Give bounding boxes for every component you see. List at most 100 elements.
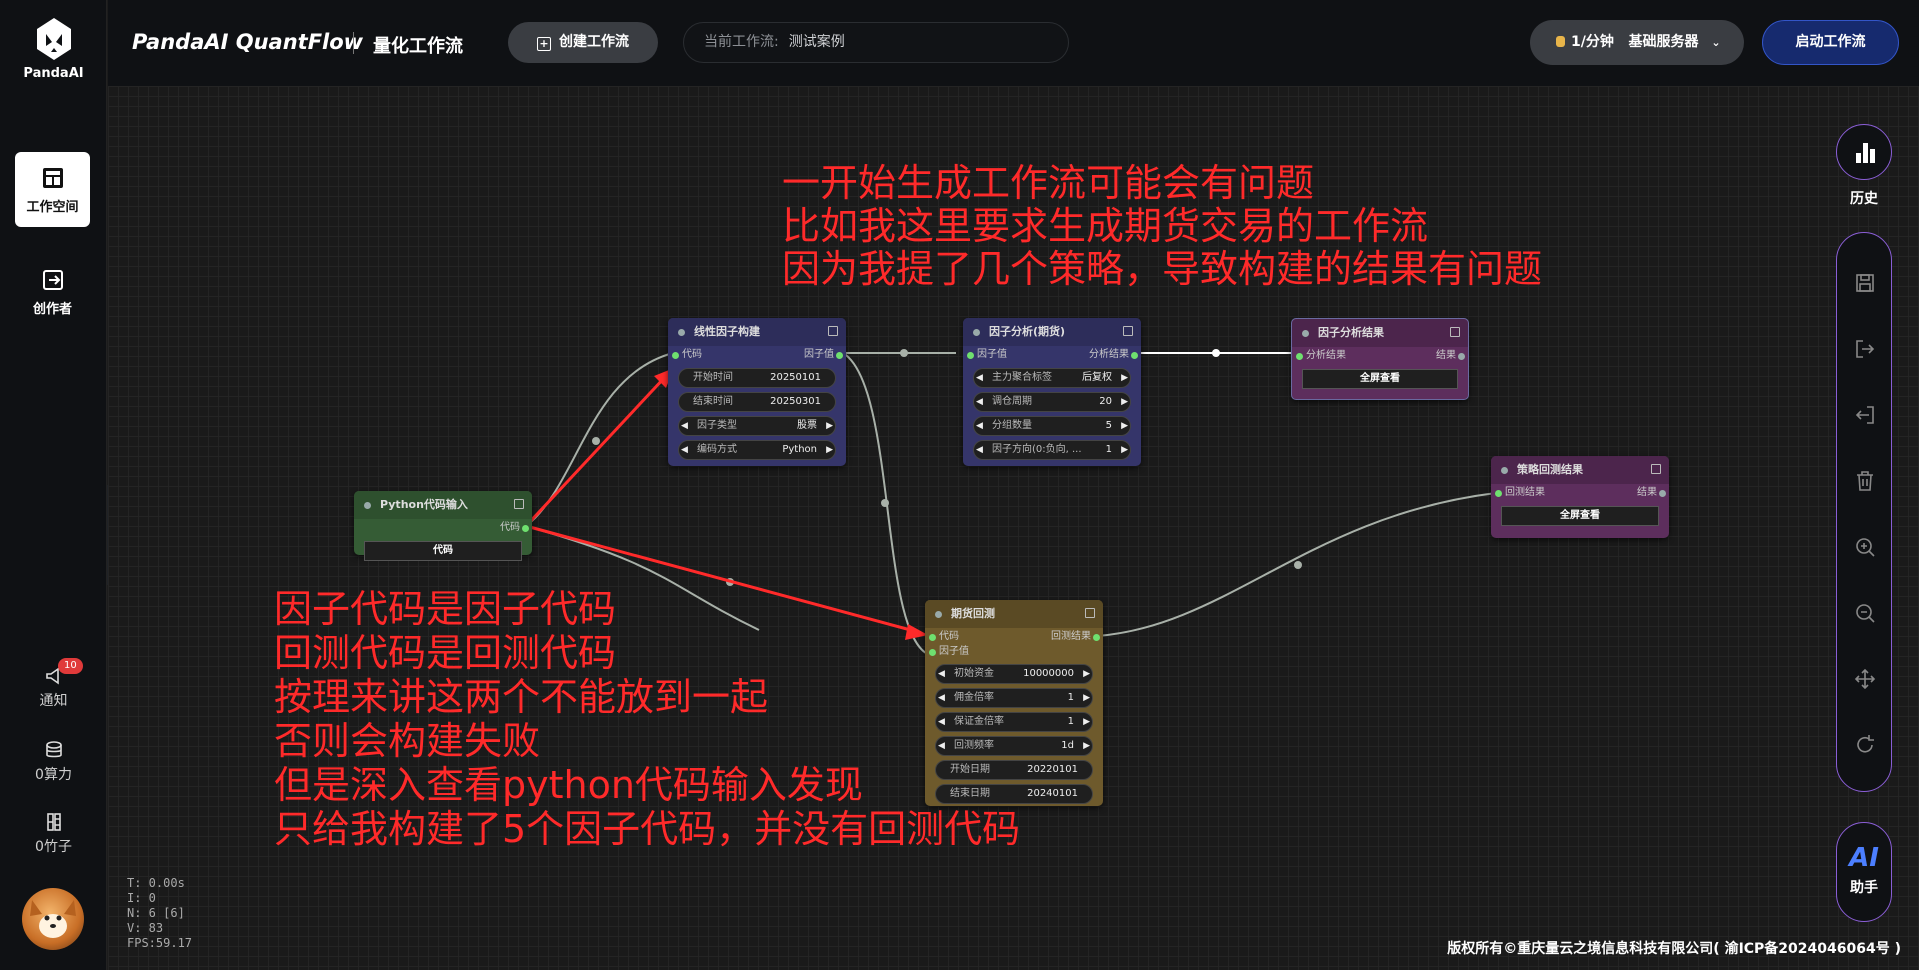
field-value: 20220101	[1027, 764, 1078, 775]
bamboo-icon	[46, 813, 61, 831]
current-workflow-field[interactable]: 当前工作流: 测试案例	[683, 22, 1069, 63]
port-label: 分析结果	[1089, 349, 1129, 360]
annotation-arrow-up	[524, 374, 668, 528]
field-groups[interactable]: 分组数量 5	[973, 416, 1131, 436]
bamboo-label: 0竹子	[35, 839, 72, 855]
port-output[interactable]: 代码	[354, 519, 532, 537]
nav-workspace[interactable]: 工作空间	[15, 152, 90, 227]
port-dot[interactable]	[967, 352, 974, 359]
trash-icon[interactable]	[1837, 469, 1893, 497]
field-value: 10000000	[1023, 668, 1074, 679]
node-linear-factor[interactable]: 线性因子构建 代码 因子值 开始时间 20250101 结束时间 20250301 因…	[668, 318, 846, 466]
stat-line: V: 83	[127, 921, 164, 935]
workflow-canvas[interactable]: Python代码输入 代码 代码 线性因子构建 代码 因子值 开始时间 202501…	[108, 86, 1919, 970]
move-icon[interactable]	[1837, 667, 1893, 695]
code-button[interactable]: 代码	[364, 541, 522, 561]
start-workflow-button[interactable]: 启动工作流	[1762, 20, 1899, 65]
logo-text: PandaAI	[23, 66, 84, 81]
compute-item[interactable]: 0算力	[0, 740, 107, 784]
history-label: 历史	[1850, 191, 1878, 207]
notify-label: 通知	[39, 693, 68, 709]
port-dot[interactable]	[672, 352, 679, 359]
history-button[interactable]	[1836, 124, 1892, 180]
node-title: 因子分析(期货)	[963, 318, 1141, 346]
port-row: 分析结果 结果	[1292, 347, 1468, 365]
field-end-time[interactable]: 结束时间 20250301	[678, 392, 836, 412]
annotation-line: 因为我提了几个策略，导致构建的结果有问题	[782, 247, 1543, 291]
server-rate: 1/分钟	[1571, 34, 1614, 50]
node-backtest-result[interactable]: 策略回测结果 回测结果 结果 全屏查看	[1491, 456, 1669, 538]
field-value: 1d	[1061, 740, 1074, 751]
plus-square-icon: +	[537, 37, 551, 51]
export-icon[interactable]	[1837, 337, 1893, 365]
debug-stats: T: 0.00s I: 0 N: 6 [6] V: 83 FPS:59.17	[127, 876, 192, 951]
annotation-top: 一开始生成工作流可能会有问题 比如我这里要求生成期货交易的工作流 因为我提了几个…	[782, 162, 1542, 291]
port-dot[interactable]	[1458, 353, 1465, 360]
ai-assistant-button[interactable]: AI 助手	[1836, 822, 1892, 922]
database-icon	[45, 741, 62, 758]
zoom-out-icon[interactable]	[1837, 601, 1893, 629]
field-value: 20	[1099, 396, 1112, 407]
field-label: 主力聚合标签	[992, 372, 1052, 383]
field-direction[interactable]: 因子方向(0:负向, ... 1	[973, 440, 1131, 460]
field-rebalance[interactable]: 调仓周期 20	[973, 392, 1131, 412]
annotation-line: 回测代码是回测代码	[274, 631, 617, 675]
node-python-input[interactable]: Python代码输入 代码 代码	[354, 491, 532, 561]
create-workflow-button[interactable]: + 创建工作流	[508, 22, 658, 63]
wire-midpoint	[1294, 561, 1302, 569]
create-workflow-label: 创建工作流	[559, 34, 629, 50]
edit-icon[interactable]	[1450, 327, 1460, 337]
field-label: 因子类型	[697, 420, 737, 431]
notify-item[interactable]: 10 通知	[0, 658, 107, 710]
bamboo-item[interactable]: 0竹子	[0, 812, 107, 856]
import-icon[interactable]	[1837, 403, 1893, 431]
field-label: 开始时间	[693, 372, 733, 383]
port-dot[interactable]	[1131, 352, 1138, 359]
node-title: 因子分析结果	[1292, 319, 1468, 347]
port-dot[interactable]	[1495, 490, 1502, 497]
server-name: 基础服务器	[1628, 34, 1699, 50]
panda-logo-icon	[36, 18, 71, 60]
field-value: 20250301	[770, 396, 821, 407]
edit-icon[interactable]	[828, 326, 838, 336]
stat-line: I: 0	[127, 891, 156, 905]
edit-icon[interactable]	[514, 499, 524, 509]
field-label: 调仓周期	[992, 396, 1032, 407]
annotation-line: 比如我这里要求生成期货交易的工作流	[782, 204, 1429, 248]
port-label: 结果	[1637, 487, 1657, 498]
fullscreen-button[interactable]: 全屏查看	[1501, 506, 1659, 526]
field-factor-type[interactable]: 因子类型 股票	[678, 416, 836, 436]
edit-icon[interactable]	[1123, 326, 1133, 336]
port-dot[interactable]	[522, 525, 529, 532]
field-encoding[interactable]: 编码方式 Python	[678, 440, 836, 460]
node-factor-result[interactable]: 因子分析结果 分析结果 结果 全屏查看	[1291, 318, 1469, 400]
logo[interactable]: PandaAI	[0, 16, 107, 81]
port-dot[interactable]	[1093, 634, 1100, 641]
edit-icon[interactable]	[1651, 464, 1661, 474]
port-dot[interactable]	[1296, 353, 1303, 360]
node-factor-analysis[interactable]: 因子分析(期货) 因子值分析结果 主力聚合标签后复权 调仓周期20 分组数量5 …	[963, 318, 1141, 466]
fullscreen-button[interactable]: 全屏查看	[1302, 369, 1458, 389]
port-label: 结果	[1436, 350, 1456, 361]
zoom-in-icon[interactable]	[1837, 535, 1893, 563]
wire-midpoint	[900, 349, 908, 357]
field-value: 1	[1105, 444, 1112, 455]
annotation-line: 否则会构建失败	[274, 719, 541, 763]
server-selector[interactable]: 1/分钟 基础服务器 ⌄	[1530, 20, 1744, 65]
edit-icon[interactable]	[1085, 608, 1095, 618]
save-icon[interactable]	[1837, 271, 1893, 299]
assistant-label: 助手	[1850, 880, 1878, 896]
field-label: 编码方式	[697, 444, 737, 455]
field-label: 结束时间	[693, 396, 733, 407]
stat-line: N: 6 [6]	[127, 906, 185, 920]
avatar[interactable]	[22, 888, 84, 950]
port-dot[interactable]	[1659, 490, 1666, 497]
port-dot[interactable]	[836, 352, 843, 359]
refresh-icon[interactable]	[1837, 733, 1893, 761]
field-start-time[interactable]: 开始时间 20250101	[678, 368, 836, 388]
nav-creator[interactable]: 创作者	[15, 254, 90, 329]
brand-divider	[353, 32, 354, 54]
field-main-label[interactable]: 主力聚合标签 后复权	[973, 368, 1131, 388]
field-value: 20240101	[1027, 788, 1078, 799]
node-title: 策略回测结果	[1491, 456, 1669, 484]
